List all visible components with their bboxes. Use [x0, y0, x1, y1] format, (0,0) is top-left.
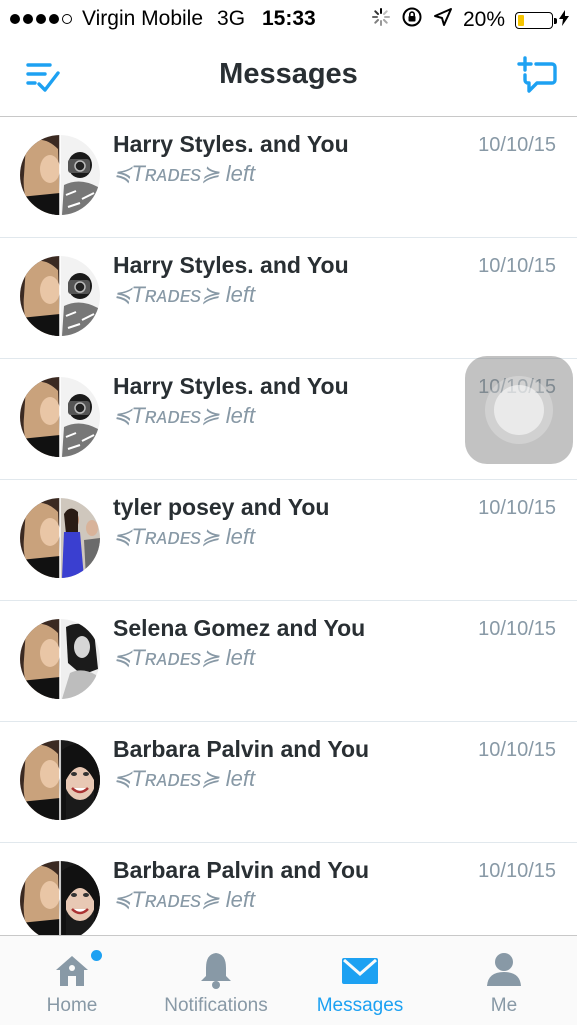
- tab-home[interactable]: Home: [0, 936, 144, 1025]
- activity-spinner-icon: [371, 7, 391, 33]
- battery-icon: [515, 11, 557, 29]
- charging-bolt-icon: [559, 8, 569, 32]
- conversation-row[interactable]: Barbara Palvin and You ≼Tʀᴀᴅᴇs≽ left 10/10…: [0, 722, 577, 843]
- conversation-preview: ≼Tʀᴀᴅᴇs≽ left: [113, 161, 256, 186]
- conversation-avatar: [20, 861, 100, 935]
- assistive-touch-button[interactable]: [465, 356, 573, 464]
- conversation-date: 10/10/15: [478, 255, 556, 277]
- conversation-avatar: [20, 740, 100, 820]
- location-arrow-icon: [433, 7, 453, 33]
- conversation-title: Barbara Palvin and You: [113, 857, 370, 883]
- conversation-preview: ≼Tʀᴀᴅᴇs≽ left: [113, 403, 256, 428]
- conversation-preview: ≼Tʀᴀᴅᴇs≽ left: [113, 282, 256, 307]
- new-message-icon: [517, 56, 557, 93]
- conversation-title: Harry Styles. and You: [113, 252, 349, 278]
- status-bar: Virgin Mobile 3G 15:33 20%: [0, 0, 577, 38]
- tab-notifications[interactable]: Notifications: [144, 936, 288, 1025]
- tab-label: Messages: [316, 995, 404, 1016]
- conversation-row[interactable]: tyler posey and You ≼Tʀᴀᴅᴇs≽ left 10/10/15: [0, 480, 577, 601]
- conversation-avatar: [20, 498, 100, 578]
- new-message-button[interactable]: [517, 56, 557, 101]
- network-type: 3G: [217, 7, 246, 30]
- conversation-title: Harry Styles. and You: [113, 131, 349, 157]
- conversation-row[interactable]: Harry Styles. and You ≼Tʀᴀᴅᴇs≽ left 10/10/…: [0, 238, 577, 359]
- conversation-title: tyler posey and You: [113, 494, 330, 520]
- conversation-preview: ≼Tʀᴀᴅᴇs≽ left: [113, 524, 256, 549]
- conversation-date: 10/10/15: [478, 134, 556, 156]
- conversation-preview: ≼Tʀᴀᴅᴇs≽ left: [113, 887, 256, 912]
- envelope-icon: [340, 950, 380, 995]
- conversation-preview: ≼Tʀᴀᴅᴇs≽ left: [113, 645, 256, 670]
- conversation-title: Harry Styles. and You: [113, 373, 349, 399]
- conversation-date: 10/10/15: [478, 739, 556, 761]
- conversation-avatar: [20, 619, 100, 699]
- navigation-bar: Messages: [0, 38, 577, 117]
- notification-badge: [91, 950, 102, 961]
- signal-strength-icon: [10, 14, 72, 24]
- conversation-date: 10/10/15: [478, 618, 556, 640]
- conversation-title: Selena Gomez and You: [113, 615, 366, 641]
- tab-label: Home: [46, 995, 98, 1016]
- conversation-preview: ≼Tʀᴀᴅᴇs≽ left: [113, 766, 256, 791]
- conversation-row[interactable]: Barbara Palvin and You ≼Tʀᴀᴅᴇs≽ left 10/10…: [0, 843, 577, 935]
- conversation-avatar: [20, 256, 100, 336]
- page-title: Messages: [219, 58, 358, 90]
- person-icon: [484, 950, 524, 995]
- tab-messages[interactable]: Messages: [288, 936, 432, 1025]
- rotation-lock-icon: [401, 6, 423, 34]
- home-icon: [52, 950, 92, 995]
- battery-percent: 20%: [462, 8, 505, 31]
- conversation-date: 10/10/15: [478, 860, 556, 882]
- tab-label: Notifications: [164, 995, 268, 1016]
- tab-label: Me: [490, 995, 518, 1016]
- tab-me[interactable]: Me: [432, 936, 576, 1025]
- bell-icon: [196, 950, 236, 995]
- conversation-row[interactable]: Harry Styles. and You ≼Tʀᴀᴅᴇs≽ left 10/10/…: [0, 117, 577, 238]
- status-time: 15:33: [262, 7, 316, 30]
- tab-bar: Home Notifications Messages Me: [0, 935, 577, 1025]
- conversation-avatar: [20, 377, 100, 457]
- conversation-row[interactable]: Selena Gomez and You ≼Tʀᴀᴅᴇs≽ left 10/10/1…: [0, 601, 577, 722]
- conversation-title: Barbara Palvin and You: [113, 736, 370, 762]
- status-right: 20%: [371, 6, 569, 34]
- conversation-date: 10/10/15: [478, 497, 556, 519]
- conversation-avatar: [20, 135, 100, 215]
- conversation-list[interactable]: Harry Styles. and You ≼Tʀᴀᴅᴇs≽ left 10/10/…: [0, 117, 577, 935]
- carrier-name: Virgin Mobile: [82, 7, 204, 30]
- status-left: Virgin Mobile 3G: [10, 7, 245, 31]
